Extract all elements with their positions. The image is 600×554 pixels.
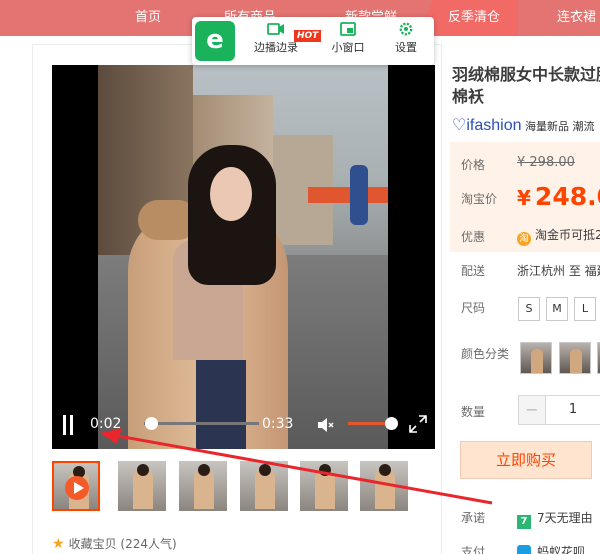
shipping-destination[interactable]: 福建 (585, 264, 600, 278)
product-title: 羽绒棉服女中长款过膝 棉袄 (452, 65, 600, 106)
quantity-label: 数量 (461, 405, 486, 419)
color-label: 颜色分类 (461, 347, 510, 361)
hot-badge: HOT (294, 30, 322, 42)
progress-knob[interactable] (144, 417, 158, 430)
brand-tagline: 海量新品 潮流 (525, 120, 595, 133)
shipping-route: 浙江杭州 至 福建 (517, 262, 600, 279)
video-frame-image (98, 65, 388, 449)
thumbnail-image[interactable] (300, 461, 348, 511)
volume-slider[interactable] (348, 417, 399, 430)
mini-window-icon (340, 22, 356, 36)
progress-bar[interactable] (144, 417, 259, 430)
favorite-label: 收藏宝贝 (68, 537, 117, 551)
thumbnail-image[interactable] (360, 461, 408, 511)
thumbnail-image[interactable] (240, 461, 288, 511)
play-icon (65, 476, 89, 500)
record-while-playing-button[interactable]: 边播边录 (250, 21, 302, 63)
record-button-label: 边播边录 (254, 41, 298, 54)
settings-button[interactable]: 设置 (388, 21, 424, 63)
product-video-player[interactable] (52, 65, 435, 449)
record-icon (267, 23, 284, 35)
nav-item-clearance[interactable]: 反季清仓 (422, 0, 519, 36)
brand-row[interactable]: ♡ifashion 海量新品 潮流 (452, 117, 600, 137)
size-option-l[interactable]: L (574, 297, 596, 321)
color-swatch[interactable] (559, 342, 591, 374)
size-label: 尺码 (461, 301, 486, 315)
browser-logo-icon: e (195, 21, 235, 61)
shipping-label: 配送 (461, 264, 486, 278)
taobao-price: ¥248.0 (517, 182, 600, 211)
thumbnail-strip (52, 461, 412, 513)
favorite-count: (224人气) (120, 537, 177, 551)
huabei-icon (517, 545, 531, 554)
size-option-s[interactable]: S (518, 297, 540, 321)
nav-item-dresses[interactable]: 连衣裙 (557, 0, 596, 36)
ifashion-heart-icon: ♡ (452, 117, 467, 134)
thumbnail-video[interactable] (52, 461, 100, 511)
quantity-input[interactable]: 1 (545, 395, 600, 425)
original-price: ¥ 298.00 (517, 155, 575, 170)
thumbnail-image[interactable] (118, 461, 166, 511)
video-controls: 0:02 0:33 (52, 400, 435, 449)
quantity-minus-button[interactable]: − (518, 395, 546, 425)
thumbnail-image[interactable] (179, 461, 227, 511)
promo-text[interactable]: 淘淘金币可抵2 (517, 226, 600, 246)
ifashion-logo: ♡ifashion (452, 117, 522, 134)
quantity-stepper: − 1 (518, 395, 600, 425)
mini-window-button[interactable]: 小窗口 (328, 21, 368, 63)
current-time: 0:02 (90, 416, 122, 432)
fullscreen-icon[interactable] (407, 413, 429, 435)
mini-window-label: 小窗口 (331, 41, 365, 54)
payment-label: 支付 (461, 545, 486, 554)
volume-knob[interactable] (385, 417, 399, 430)
gear-icon (399, 22, 413, 36)
promise-text[interactable]: 7 7天无理由 (517, 509, 593, 529)
color-swatch[interactable] (520, 342, 552, 374)
pause-button[interactable] (61, 415, 75, 435)
video-toolbar-popup: e 边播边录 HOT 小窗口 设置 (192, 17, 434, 65)
taobao-price-label: 淘宝价 (461, 192, 498, 206)
promise-label: 承诺 (461, 511, 486, 525)
original-price-label: 价格 (461, 158, 486, 172)
size-option-m[interactable]: M (546, 297, 568, 321)
payment-text[interactable]: 蚂蚁花呗 (517, 543, 585, 554)
nav-item-home[interactable]: 首页 (135, 0, 161, 36)
favorite-link[interactable]: ★ 收藏宝贝 (224人气) (52, 535, 177, 552)
mute-icon[interactable] (316, 415, 336, 435)
seven-day-icon: 7 (517, 515, 531, 529)
buy-now-button[interactable]: 立即购买 (460, 441, 592, 479)
promo-label: 优惠 (461, 230, 486, 244)
settings-label: 设置 (395, 41, 417, 54)
duration-time: 0:33 (262, 416, 294, 432)
star-icon: ★ (52, 536, 65, 552)
coin-icon: 淘 (517, 232, 531, 246)
